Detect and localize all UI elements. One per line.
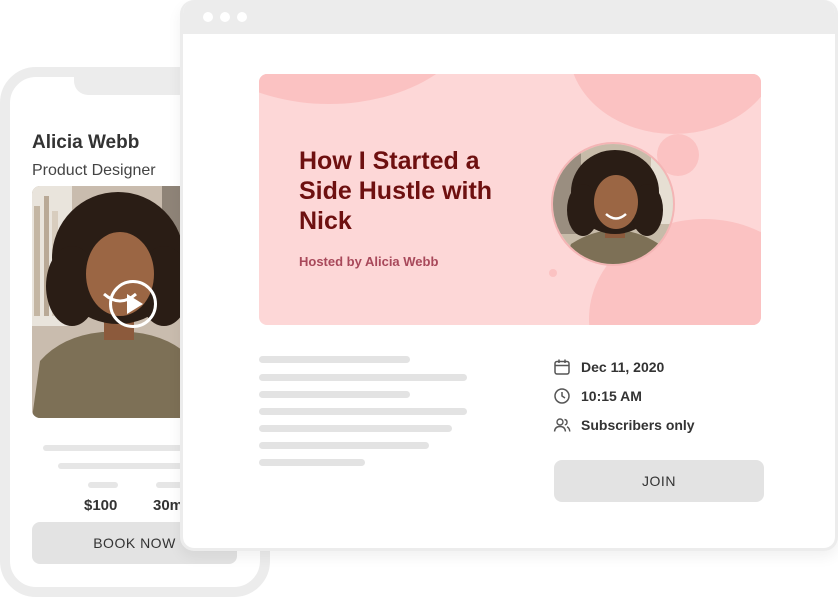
host-role: Product Designer [32, 162, 156, 179]
browser-titlebar [183, 0, 835, 34]
clock-icon [554, 388, 570, 404]
host-video-thumbnail[interactable] [32, 186, 202, 418]
window-dot-icon[interactable] [203, 12, 213, 22]
event-time: 10:15 AM [581, 388, 642, 404]
event-title: How I Started a Side Hustle with Nick [299, 147, 493, 235]
event-audience: Subscribers only [581, 417, 695, 433]
decorative-blob [569, 74, 761, 134]
event-date: Dec 11, 2020 [581, 359, 665, 375]
description-placeholder-line [259, 356, 410, 363]
users-icon [553, 418, 571, 432]
host-avatar [551, 142, 675, 266]
window-dot-icon[interactable] [237, 12, 247, 22]
description-placeholder-line [259, 442, 429, 449]
label-placeholder [88, 482, 118, 488]
event-date-row: Dec 11, 2020 [553, 358, 664, 376]
browser-window: How I Started a Side Hustle with Nick Ho… [180, 0, 838, 551]
description-placeholder-line [259, 408, 467, 415]
text-placeholder-line [58, 463, 193, 469]
decorative-blob [549, 269, 557, 277]
host-photo [553, 144, 673, 264]
text-placeholder-line [43, 445, 193, 451]
description-placeholder-line [259, 391, 410, 398]
description-placeholder-line [259, 425, 452, 432]
calendar-icon [554, 359, 570, 375]
event-time-row: 10:15 AM [553, 387, 642, 405]
description-placeholder-line [259, 459, 365, 466]
play-button[interactable] [109, 280, 157, 328]
description-placeholder-line [259, 374, 467, 381]
event-audience-row: Subscribers only [553, 416, 695, 434]
session-duration: 30m [153, 497, 184, 514]
event-banner: How I Started a Side Hustle with Nick Ho… [259, 74, 761, 325]
window-dot-icon[interactable] [220, 12, 230, 22]
session-price: $100 [84, 497, 118, 514]
host-name: Alicia Webb [32, 132, 140, 153]
join-button[interactable]: JOIN [554, 460, 764, 502]
decorative-blob [259, 74, 479, 104]
play-icon [127, 294, 143, 314]
event-host: Hosted by Alicia Webb [299, 254, 439, 269]
